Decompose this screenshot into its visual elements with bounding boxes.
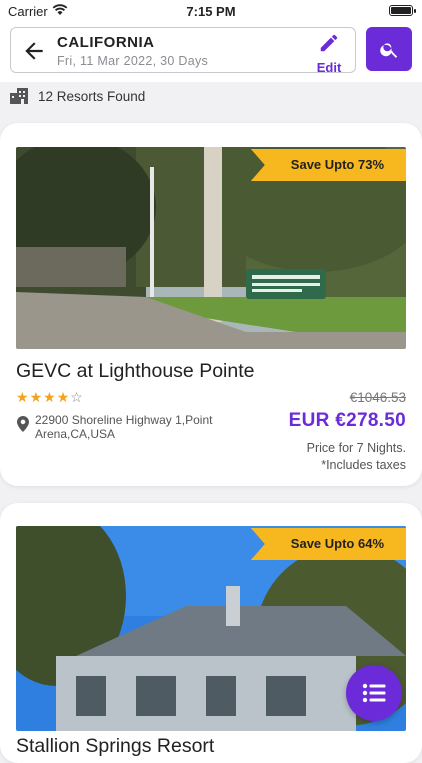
location-title: CALIFORNIA	[57, 34, 155, 51]
resort-name: GEVC at Lighthouse Pointe	[16, 360, 255, 382]
list-view-button[interactable]	[346, 665, 402, 721]
discounted-price: EUR €278.50	[288, 410, 406, 431]
resort-name: Stallion Springs Resort	[16, 735, 215, 757]
resort-photo: Save Upto 73%	[16, 147, 406, 349]
star-rating: ★★★★☆	[16, 389, 84, 406]
battery-icon	[389, 5, 416, 16]
status-time: 7:15 PM	[186, 4, 236, 19]
arrow-left-icon	[25, 42, 43, 60]
tax-note: *Includes taxes	[321, 458, 406, 472]
save-badge: Save Upto 64%	[250, 528, 406, 560]
star-outline-icon: ☆	[70, 389, 84, 405]
search-dates: Fri, 11 Mar 2022, 30 Days	[57, 54, 209, 68]
star-icon: ★	[16, 389, 30, 405]
pencil-icon	[320, 34, 338, 52]
list-icon	[362, 683, 386, 703]
save-badge: Save Upto 73%	[250, 149, 406, 181]
original-price: €1046.53	[349, 390, 406, 405]
search-button[interactable]	[366, 27, 412, 71]
status-bar: Carrier 7:15 PM	[0, 0, 422, 22]
nights-text: Price for 7 Nights.	[306, 441, 406, 455]
star-icon: ★	[29, 389, 44, 405]
edit-label: Edit	[316, 60, 342, 75]
back-button[interactable]	[21, 38, 47, 64]
resort-card[interactable]: Save Upto 73% GEVC at Lighthouse Pointe …	[0, 123, 422, 486]
star-icon: ★	[43, 389, 57, 405]
resort-card[interactable]: Save Upto 64%	[0, 503, 422, 763]
search-header: CALIFORNIA Fri, 11 Mar 2022, 30 Days Edi…	[0, 22, 422, 82]
star-icon: ★	[56, 389, 71, 405]
resort-address: 22900 Shoreline Highway 1,Point Arena,CA…	[35, 413, 213, 441]
results-count: 12 Resorts Found	[38, 89, 146, 104]
search-icon	[380, 43, 398, 58]
edit-button[interactable]: Edit	[311, 32, 347, 75]
hotel-icon	[10, 88, 28, 107]
location-pin-icon	[17, 416, 29, 437]
search-summary-box[interactable]: CALIFORNIA Fri, 11 Mar 2022, 30 Days Edi…	[10, 27, 356, 75]
